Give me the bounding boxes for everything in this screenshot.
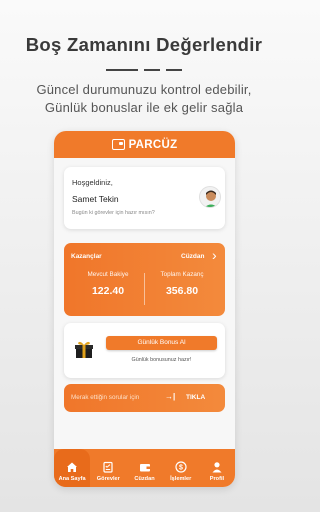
earnings-card[interactable]: Kazançlar Cüzdan › Mevcut Bakiye 122.40 … [64,243,225,316]
current-balance-value: 122.40 [91,285,125,297]
tab-transactions[interactable]: $ İşlemler [163,449,199,487]
gift-icon [75,341,93,358]
current-balance-label: Mevcut Bakiye [87,271,129,278]
promo-subline-2: Günlük bonuslar ile ek gelir sağla [44,100,244,115]
svg-text:$: $ [179,465,183,472]
headline-divider [0,69,288,71]
home-icon [67,462,78,472]
earnings-divider [144,273,145,305]
tab-profile-label: Profil [209,476,225,482]
tab-tasks[interactable]: Görevler [90,449,126,487]
arrow-right-icon: →| [165,392,176,401]
tab-wallet-label: Cüzdan [134,476,155,482]
earnings-title: Kazançlar [71,253,102,260]
transactions-icon: $ [175,461,187,473]
tab-transactions-label: İşlemler [170,476,192,482]
app-brand: PARCÜZ [128,138,178,151]
total-earnings-label: Toplam Kazanç [160,271,204,278]
daily-bonus-button[interactable]: Günlük Bonus Al [106,336,217,350]
avatar-person-icon [205,190,217,207]
promo-subline-1: Güncel durumunuzu kontrol edebilir, [36,82,252,97]
current-balance-box: Mevcut Bakiye 122.40 [74,271,142,297]
wallet-link[interactable]: Cüzdan [181,253,204,260]
total-earnings-value: 356.80 [165,285,199,297]
promo-headline: Boş Zamanını Değerlendir [25,34,263,55]
tab-home[interactable]: Ana Sayfa [54,449,91,487]
bonus-status-text: Günlük bonusunuz hazır! [131,357,192,363]
tab-home-label: Ana Sayfa [58,476,86,482]
chevron-right-icon[interactable]: › [212,248,224,262]
tab-tasks-label: Görevler [96,476,120,482]
welcome-card: Hoşgeldiniz, Samet Tekin Bugün ki görevl… [64,167,225,229]
welcome-greeting: Hoşgeldiniz, [72,178,113,187]
tab-profile[interactable]: Profil [199,449,235,487]
bottom-tab-bar: Ana Sayfa Görevler Cüzdan $ İşlemler Pro… [54,449,235,487]
wallet-logo-icon [111,139,125,150]
tab-wallet[interactable]: Cüzdan [126,449,162,487]
faq-text: Merak ettiğin sorular için [71,394,140,401]
daily-bonus-card: Günlük Bonus Al Günlük bonusunuz hazır! [64,323,225,378]
app-header: PARCÜZ [54,131,235,158]
welcome-question: Bugün ki görevler için hazır mısın? [72,210,155,216]
phone-screen: PARCÜZ Hoşgeldiniz, Samet Tekin Bugün ki… [54,131,235,487]
user-name: Samet Tekin [72,194,119,204]
wallet-icon [139,464,150,472]
profile-icon [212,462,222,473]
faq-banner[interactable]: Merak ettiğin sorular için →| TIKLA [64,384,225,412]
faq-click-button[interactable]: TIKLA [186,394,205,401]
tasks-icon [103,461,113,473]
total-earnings-box: Toplam Kazanç 356.80 [148,271,216,297]
avatar[interactable] [199,186,221,208]
